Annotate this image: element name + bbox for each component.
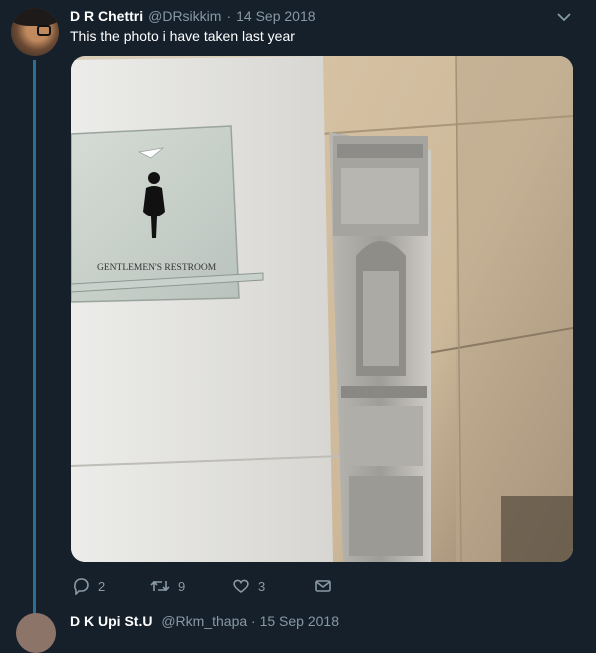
author-name[interactable]: D R Chettri (70, 8, 143, 24)
tweet-header: D R Chettri @DRsikkim · 14 Sep 2018 (70, 7, 316, 25)
reply-count: 2 (98, 578, 106, 594)
reply-icon (72, 577, 90, 595)
avatar-glasses (37, 25, 51, 36)
next-tweet-avatar[interactable] (16, 613, 56, 653)
separator-dot: · (226, 8, 232, 24)
chevron-down-icon[interactable] (555, 8, 573, 26)
heart-icon (232, 577, 250, 595)
sign-text: GENTLEMEN'S RESTROOM (97, 263, 217, 273)
retweet-count: 9 (178, 578, 186, 594)
tweet-date[interactable]: 14 Sep 2018 (236, 8, 315, 24)
author-handle[interactable]: @DRsikkim (148, 8, 221, 24)
reply-button[interactable]: 2 (72, 577, 150, 595)
next-author-name[interactable]: D K Upi St.U (70, 613, 152, 629)
tweet-photo[interactable]: GENTLEMEN'S RESTROOM (71, 56, 573, 562)
mail-icon (314, 577, 332, 595)
thread-line (33, 60, 36, 615)
tweet-text: This the photo i have taken last year (70, 28, 295, 44)
avatar-hair (11, 8, 59, 26)
next-tweet-header: D K Upi St.U @Rkm_thapa · 15 Sep 2018 (70, 613, 339, 629)
message-button[interactable] (314, 577, 332, 595)
avatar[interactable] (11, 8, 59, 56)
like-count: 3 (258, 578, 266, 594)
next-author-meta[interactable]: @Rkm_thapa · 15 Sep 2018 (161, 613, 339, 629)
like-button[interactable]: 3 (232, 577, 314, 595)
tweet-actions: 2 9 3 (72, 576, 332, 596)
retweet-icon (150, 577, 170, 595)
retweet-button[interactable]: 9 (150, 577, 232, 595)
